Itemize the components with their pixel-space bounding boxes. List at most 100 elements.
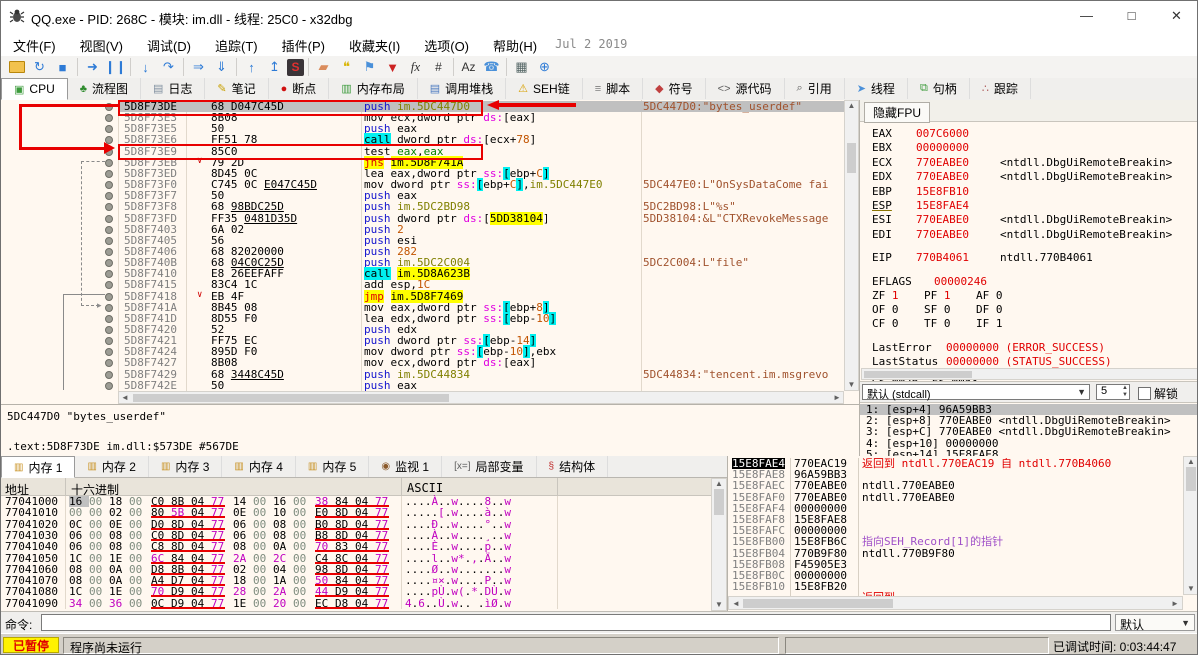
- breakpoint-dot[interactable]: [105, 381, 113, 390]
- breakpoint-dot[interactable]: [105, 236, 113, 245]
- breakpoint-dot[interactable]: [105, 169, 113, 178]
- pause-icon[interactable]: ❙❙: [105, 58, 127, 77]
- disasm-vscrollbar[interactable]: ▲ ▼: [844, 100, 859, 391]
- breakpoint-dot[interactable]: [105, 370, 113, 379]
- run-to-return-icon[interactable]: ⇒: [188, 58, 209, 77]
- breakpoint-dot[interactable]: [105, 225, 113, 234]
- register-row-ebx[interactable]: EBX 00000000: [872, 142, 1000, 153]
- text-case-icon[interactable]: Az: [458, 58, 479, 77]
- menu-item-文[interactable]: 文件(F): [1, 31, 68, 56]
- dump-byte[interactable]: 06: [69, 541, 89, 552]
- dump-row[interactable]: 77041010 00 00 02 00 80 5B 04 77 0E 00 10 00 E0 8D 04 77…: [1, 507, 711, 519]
- comment-icon[interactable]: ❝: [336, 58, 357, 77]
- call-args-list[interactable]: 1: [esp+4] 96A59BB3 2: [esp+8] 770EABE0 <…: [860, 402, 1197, 460]
- register-row-esi[interactable]: ESI 770EABE0 <ntdll.DbgUiRemoteBreakin>: [872, 214, 1172, 225]
- disassembly-panel[interactable]: 5D8F73DE 68 D047C45D push im.5DC447D0 5DC44…: [1, 100, 859, 404]
- dump-tab-内存 4[interactable]: ▥ 内存 4: [222, 456, 296, 477]
- dump-byte[interactable]: 00: [129, 586, 149, 597]
- breakpoint-dot[interactable]: [105, 147, 113, 156]
- menu-item-收[interactable]: 收藏夹(I): [337, 31, 412, 56]
- breakpoint-dot[interactable]: [105, 281, 113, 290]
- string-refs-icon[interactable]: #: [428, 58, 449, 77]
- tab-引用[interactable]: ⌕ 引用: [785, 78, 845, 99]
- dump-byte[interactable]: 00: [293, 553, 313, 564]
- scylla-icon[interactable]: S: [287, 58, 304, 76]
- flags-row[interactable]: ZF 1 PF 1 AF 0: [872, 290, 1028, 301]
- dump-byte[interactable]: 0E: [109, 519, 129, 530]
- dump-byte[interactable]: 00: [253, 519, 273, 530]
- breakpoint-dot[interactable]: [105, 348, 113, 357]
- patch-icon[interactable]: ▰: [313, 58, 334, 77]
- dump-byte[interactable]: 02: [109, 507, 129, 518]
- dump-tab-内存 1[interactable]: ▥ 内存 1: [1, 456, 76, 478]
- label-icon[interactable]: ⚑: [359, 58, 380, 77]
- dump-byte[interactable]: 00: [129, 541, 149, 552]
- breakpoint-dot[interactable]: [105, 270, 113, 279]
- function-icon[interactable]: fx: [405, 58, 426, 77]
- calling-convention-select[interactable]: 默认 (stdcall) ▼: [862, 384, 1090, 401]
- tab-句柄[interactable]: ⧉ 句柄: [908, 78, 970, 99]
- dump-byte[interactable]: 2A: [233, 553, 253, 564]
- dump-tab-局部变量[interactable]: [x=] 局部变量: [442, 456, 537, 477]
- tab-调用堆栈[interactable]: ▤ 调用堆栈: [418, 78, 507, 99]
- dump-vscrollbar[interactable]: ▲ ▼: [711, 478, 727, 611]
- disasm-hscrollbar[interactable]: ◄ ►: [118, 391, 844, 404]
- step-into-icon[interactable]: ↓: [135, 58, 156, 77]
- last-status-row[interactable]: LastStatus 00000000 (STATUS_SUCCESS): [872, 356, 1112, 367]
- dump-byte[interactable]: 34: [69, 598, 89, 609]
- bookmark-icon[interactable]: ▼: [382, 58, 403, 77]
- menu-item-视[interactable]: 视图(V): [68, 31, 135, 56]
- dump-byte[interactable]: 0E: [233, 507, 253, 518]
- dump-byte[interactable]: 06: [233, 519, 253, 530]
- register-row-eax[interactable]: EAX 007C6000: [872, 128, 1000, 139]
- dump-byte[interactable]: 00: [293, 598, 313, 609]
- command-input[interactable]: [41, 614, 1111, 631]
- breakpoint-dot[interactable]: [105, 326, 113, 334]
- menu-item-插[interactable]: 插件(P): [270, 31, 337, 56]
- register-row-edi[interactable]: EDI 770EABE0 <ntdll.DbgUiRemoteBreakin>: [872, 229, 1172, 240]
- dump-byte[interactable]: 00: [253, 598, 273, 609]
- restart-icon[interactable]: ↻: [29, 58, 50, 77]
- dump-byte[interactable]: 00: [253, 586, 273, 597]
- dump-byte[interactable]: 00: [293, 507, 313, 518]
- stop-icon[interactable]: ■: [52, 58, 73, 77]
- close-button[interactable]: ✕: [1154, 1, 1197, 31]
- open-file-icon[interactable]: [6, 58, 27, 77]
- dump-byte[interactable]: 00: [293, 519, 313, 530]
- spinner-arrows-icon[interactable]: ▲ ▼: [1122, 385, 1128, 399]
- maximize-button[interactable]: □: [1109, 1, 1154, 31]
- dump-byte[interactable]: 36: [109, 598, 129, 609]
- dump-byte[interactable]: 00: [253, 507, 273, 518]
- tab-跟踪[interactable]: ∴ 跟踪: [970, 78, 1031, 99]
- tab-符号[interactable]: ◆ 符号: [643, 78, 706, 99]
- tab-CPU[interactable]: ▣ CPU: [1, 78, 68, 100]
- dump-byte[interactable]: 00: [69, 507, 89, 518]
- arg-count-stepper[interactable]: 5 ▲ ▼: [1096, 384, 1130, 400]
- dump-byte[interactable]: 00: [253, 553, 273, 564]
- tab-内存布局[interactable]: ▥ 内存布局: [329, 78, 418, 99]
- call-arg-row[interactable]: 4: [esp+10] 00000000: [860, 438, 1197, 449]
- tab-断点[interactable]: ● 断点: [269, 78, 330, 99]
- breakpoint-dot[interactable]: [105, 136, 113, 145]
- run-icon[interactable]: ➜: [82, 58, 103, 77]
- dump-byte[interactable]: 00: [89, 586, 109, 597]
- dump-byte[interactable]: 2A: [273, 586, 293, 597]
- dump-byte[interactable]: 00: [293, 586, 313, 597]
- breakpoint-dot[interactable]: [105, 359, 113, 368]
- dump-byte[interactable]: 08: [109, 541, 129, 552]
- dump-row[interactable]: 77041080 1C 00 1E 00 70 D9 04 77 28 00 2A 00 44 D9 04 77…: [1, 586, 711, 598]
- step-over-icon[interactable]: ↷: [158, 58, 179, 77]
- dump-byte[interactable]: 00: [89, 541, 109, 552]
- phone-icon[interactable]: ☎: [481, 58, 502, 77]
- dump-byte[interactable]: 00: [89, 553, 109, 564]
- dump-tab-监视 1[interactable]: ◉ 监视 1: [369, 456, 443, 477]
- dump-row[interactable]: 77041040 06 00 08 00 C8 8D 04 77 08 00 0A 00 70 83 04 77…: [1, 541, 711, 553]
- last-error-row[interactable]: LastError 00000000 (ERROR_SUCCESS): [872, 342, 1105, 353]
- breakpoint-dot[interactable]: [105, 103, 113, 111]
- tab-日志[interactable]: ▤ 日志: [141, 78, 206, 99]
- dump-byte[interactable]: 1E: [109, 586, 129, 597]
- menu-item-追[interactable]: 追踪(T): [203, 31, 270, 56]
- dump-byte[interactable]: 00: [293, 541, 313, 552]
- dump-byte[interactable]: 20: [273, 598, 293, 609]
- breakpoint-dot[interactable]: [105, 214, 113, 223]
